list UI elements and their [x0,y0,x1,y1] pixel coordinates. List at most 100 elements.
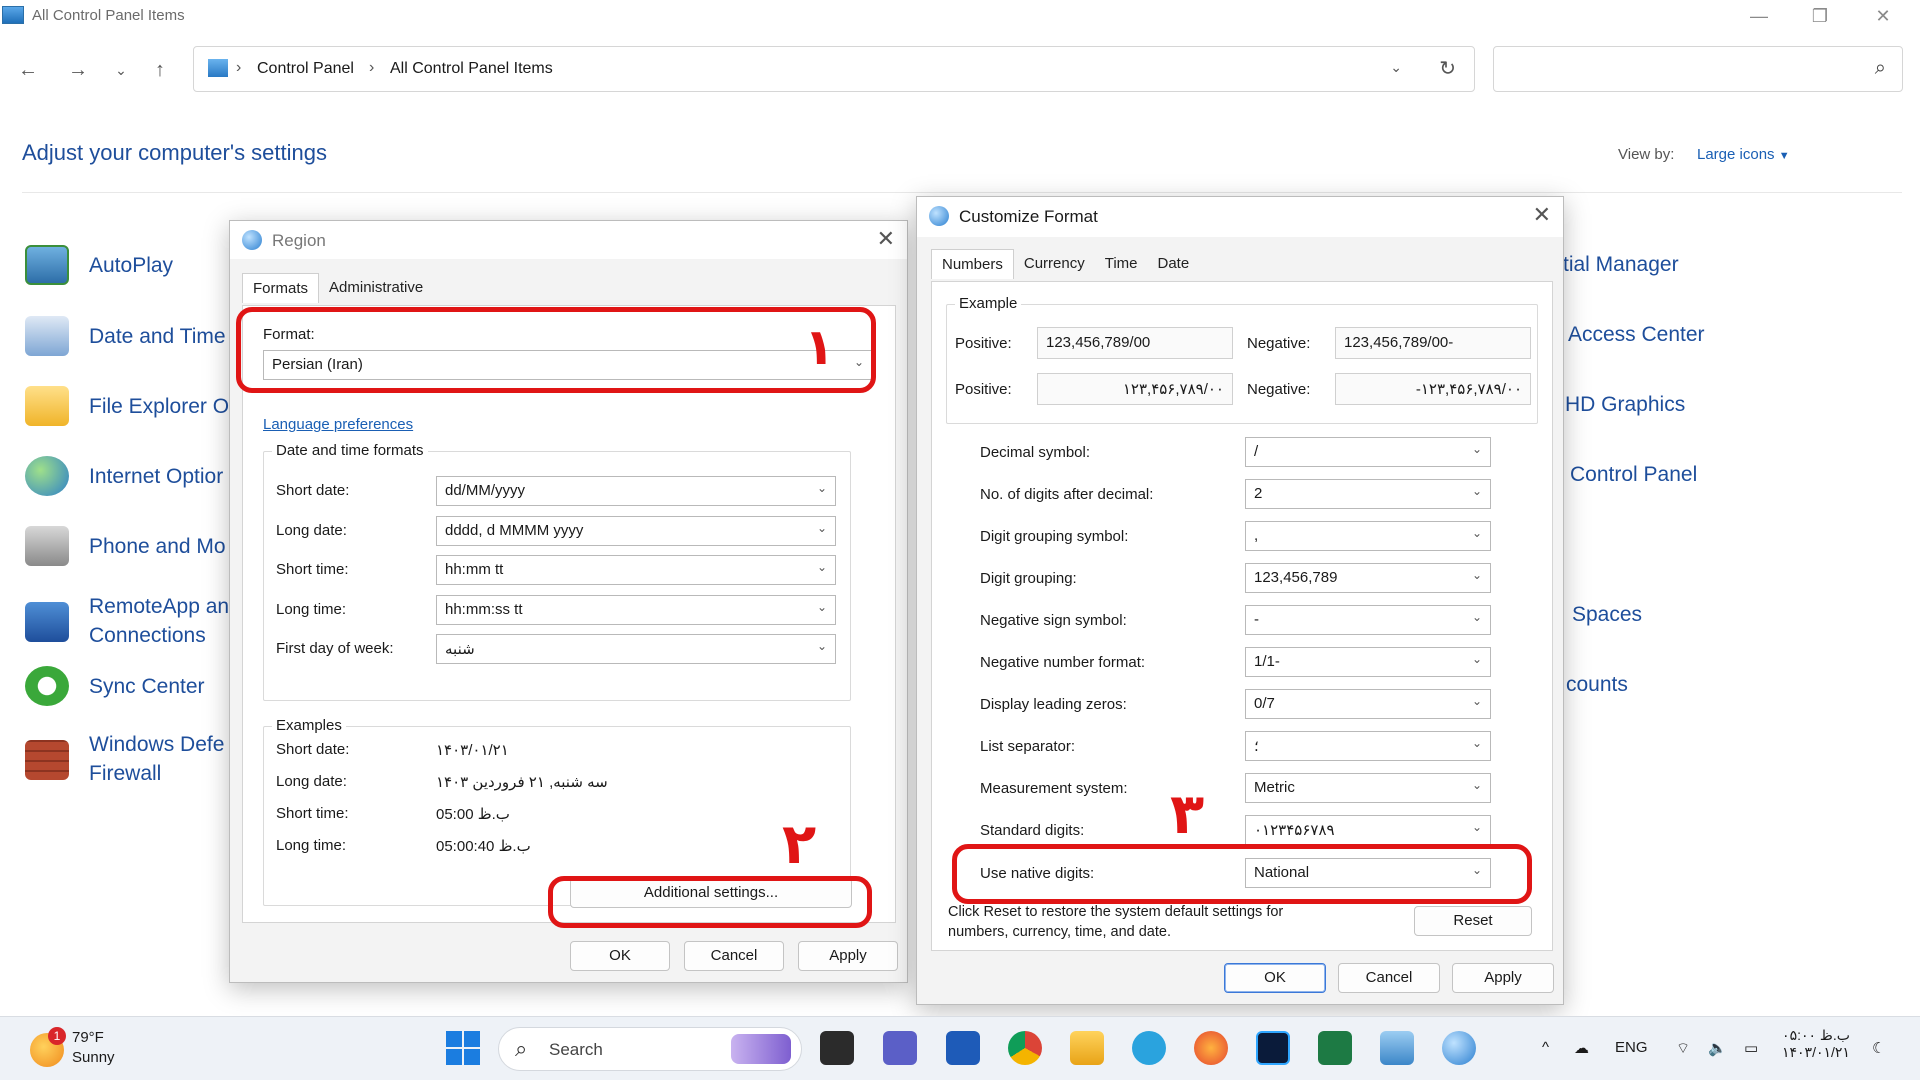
wifi-icon[interactable]: ⌔ [1676,1039,1690,1058]
cp-item-right[interactable]: Control Panel [1570,463,1697,487]
chevron-down-icon: ⌄ [816,560,827,574]
back-icon[interactable]: ← [14,56,42,84]
tab-numbers[interactable]: Numbers [931,249,1014,279]
language-preferences-link[interactable]: Language preferences [263,416,413,433]
address-bar[interactable]: › Control Panel › All Control Panel Item… [193,46,1475,92]
apply-button[interactable]: Apply [798,941,898,971]
teams-icon[interactable] [883,1031,917,1065]
cp-item-firewall[interactable]: Windows Defe Firewall [25,730,224,788]
telegram-icon[interactable] [1132,1031,1166,1065]
tab-time[interactable]: Time [1095,249,1148,279]
cp-item-right[interactable]: Spaces [1572,603,1642,627]
photoshop-icon[interactable] [1256,1031,1290,1065]
chevron-down-icon: ⌄ [1471,610,1482,624]
cancel-button[interactable]: Cancel [1338,963,1440,993]
clock[interactable]: ۰۵:۰۰ ب.ظ ۱۴۰۳/۰۱/۲۱ [1782,1027,1850,1061]
minimize-button[interactable]: — [1736,2,1782,30]
refresh-icon[interactable]: ↻ [1439,56,1456,81]
cp-item-file-explorer-options[interactable]: File Explorer O [25,386,229,426]
close-button[interactable]: ✕ [1860,2,1906,30]
digits-after-decimal-select[interactable]: 2 ⌄ [1245,479,1491,509]
chevron-down-icon: ⌄ [816,521,827,535]
decimal-symbol-select[interactable]: / ⌄ [1245,437,1491,467]
tab-date[interactable]: Date [1148,249,1200,279]
view-by-dropdown[interactable]: Large icons ▼ [1697,146,1790,163]
cp-item-right[interactable]: tial Manager [1563,253,1679,277]
standard-digits-select[interactable]: ۰۱۲۳۴۵۶۷۸۹ ⌄ [1245,815,1491,845]
long-date-value: dddd, d MMMM yyyy [445,522,584,539]
cp-item-right[interactable]: Access Center [1568,323,1705,347]
start-icon[interactable] [446,1031,480,1065]
chevron-down-icon[interactable]: ⌄ [1390,59,1402,76]
forward-icon[interactable]: → [64,56,92,84]
chevron-right-icon: › [369,59,375,76]
breadcrumb-control-panel[interactable]: Control Panel [257,60,354,78]
phone-modem-icon [25,526,69,566]
breadcrumb-all-items[interactable]: All Control Panel Items [390,60,553,78]
digit-grouping-symbol-label: Digit grouping symbol: [980,528,1129,545]
annotation-box-format [236,307,876,393]
taskbar-search[interactable]: ⌕ Search [498,1027,802,1071]
cp-item-right[interactable]: counts [1566,673,1628,697]
apply-button[interactable]: Apply [1452,963,1554,993]
region-taskbar-icon[interactable] [1442,1031,1476,1065]
file-explorer-icon[interactable] [1070,1031,1104,1065]
control-panel-taskbar-icon[interactable] [1380,1031,1414,1065]
excel-icon[interactable] [1318,1031,1352,1065]
caret-down-icon: ▼ [1778,150,1790,162]
negative-sign-select[interactable]: - ⌄ [1245,605,1491,635]
digit-grouping-select[interactable]: 123,456,789 ⌄ [1245,563,1491,593]
chevron-up-icon[interactable]: ^ [1542,1039,1549,1056]
recent-locations-icon[interactable]: ⌄ [107,56,135,84]
positive-native-example: ۱۲۳,۴۵۶,۷۸۹/۰۰ [1037,373,1233,405]
weather-condition: Sunny [72,1049,115,1066]
volume-icon[interactable]: 🔈 [1708,1039,1727,1057]
short-date-select[interactable]: dd/MM/yyyy ⌄ [436,476,836,506]
battery-icon[interactable]: ▭ [1744,1039,1758,1057]
long-time-select[interactable]: hh:mm:ss tt ⌄ [436,595,836,625]
language-indicator[interactable]: ENG [1615,1039,1648,1056]
search-input[interactable]: ⌕ [1493,46,1903,92]
cp-item-date-time[interactable]: Date and Time [25,316,226,356]
list-separator-value: ؛ [1254,738,1259,755]
close-icon[interactable]: ✕ [1533,202,1551,228]
digit-grouping-symbol-select[interactable]: , ⌄ [1245,521,1491,551]
customize-title-bar: Customize Format ✕ [917,197,1563,237]
chevron-down-icon: ⌄ [1471,442,1482,456]
list-separator-select[interactable]: ؛ ⌄ [1245,731,1491,761]
tab-currency[interactable]: Currency [1014,249,1095,279]
chevron-down-icon: ⌄ [1471,694,1482,708]
cp-item-phone-modem[interactable]: Phone and Mo [25,526,226,566]
cp-item-remoteapp[interactable]: RemoteApp an Connections [25,592,229,650]
word-icon[interactable] [946,1031,980,1065]
long-date-select[interactable]: dddd, d MMMM yyyy ⌄ [436,516,836,546]
short-time-label: Short time: [276,561,349,578]
chrome-icon[interactable] [1008,1031,1042,1065]
tab-formats[interactable]: Formats [242,273,320,303]
cp-item-right[interactable]: HD Graphics [1565,393,1685,417]
notifications-icon[interactable]: ☾ [1872,1039,1885,1057]
cp-item-sync-center[interactable]: Sync Center [25,666,205,706]
close-icon[interactable]: ✕ [877,226,895,252]
short-time-select[interactable]: hh:mm tt ⌄ [436,555,836,585]
annotation-number-3: ۳ [1170,782,1205,847]
ok-button[interactable]: OK [570,941,670,971]
firefox-icon[interactable] [1194,1031,1228,1065]
restore-button[interactable]: ❐ [1797,2,1843,30]
measurement-select[interactable]: Metric ⌄ [1245,773,1491,803]
tab-administrative[interactable]: Administrative [319,273,433,303]
task-view-icon[interactable] [820,1031,854,1065]
cp-item-autoplay[interactable]: AutoPlay [25,245,173,285]
network-status-icon[interactable]: ☁ [1574,1039,1589,1057]
weather-temperature: 79°F [72,1029,104,1046]
cancel-button[interactable]: Cancel [684,941,784,971]
example-long-date-value: سه شنبه, ۲۱ فروردین ۱۴۰۳ [436,774,608,791]
up-icon[interactable]: ↑ [146,56,174,84]
negative-format-select[interactable]: 1/1- ⌄ [1245,647,1491,677]
digits-after-decimal-value: 2 [1254,485,1263,502]
cp-item-internet-options[interactable]: Internet Optior [25,456,223,496]
first-day-select[interactable]: شنبه ⌄ [436,634,836,664]
leading-zeros-select[interactable]: 0/7 ⌄ [1245,689,1491,719]
ok-button[interactable]: OK [1224,963,1326,993]
reset-button[interactable]: Reset [1414,906,1532,936]
